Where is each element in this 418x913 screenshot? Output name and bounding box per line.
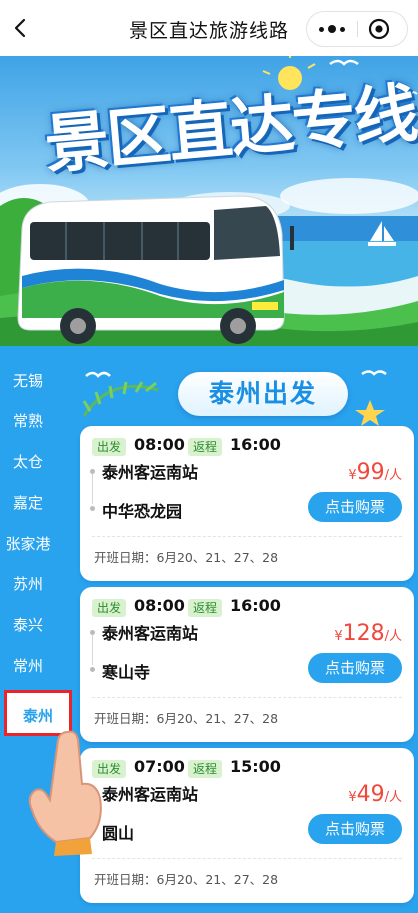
price-value: 128	[342, 621, 385, 646]
price: ¥99/人	[348, 460, 402, 485]
destination-dot	[90, 506, 95, 511]
depart-time: 08:00	[134, 596, 185, 615]
sidebar-item-taixing[interactable]: 泰兴	[0, 610, 56, 640]
price: ¥49/人	[348, 782, 402, 807]
divider	[92, 858, 402, 859]
mini-program-capsule	[306, 11, 408, 47]
sidebar-item-changzhou[interactable]: 常州	[0, 651, 56, 681]
buy-ticket-button[interactable]: 点击购票	[308, 492, 402, 522]
buy-ticket-button[interactable]: 点击购票	[308, 814, 402, 844]
return-tag: 返程	[188, 438, 223, 456]
divider	[92, 536, 402, 537]
depart-tag: 出发	[92, 599, 127, 617]
currency-symbol: ¥	[334, 629, 343, 644]
route-card: 出发 08:00 返程 16:00 泰州客运南站 寒山寺 ¥128/人 点击购票…	[80, 587, 414, 742]
route-line	[92, 635, 93, 665]
top-nav-bar: 景区直达旅游线路	[0, 0, 418, 56]
return-time: 15:00	[230, 757, 281, 776]
more-dots-icon[interactable]	[307, 12, 357, 46]
depart-time: 08:00	[134, 435, 185, 454]
return-time: 16:00	[230, 435, 281, 454]
main-content: 无锡 常熟 太仓 嘉定 张家港 苏州 泰兴 常州 泰州 泰州出发 出发 08:0…	[0, 346, 418, 913]
price-value: 49	[356, 782, 385, 807]
sidebar-item-wuxi[interactable]: 无锡	[0, 366, 56, 396]
destination: 圆山	[102, 824, 135, 843]
sidebar-item-zhangjiagang[interactable]: 张家港	[0, 529, 56, 559]
route-card: 出发 07:00 返程 15:00 泰州客运南站 圆山 ¥49/人 点击购票 开…	[80, 748, 414, 903]
destination: 寒山寺	[102, 663, 151, 682]
schedule-dates: 开班日期：6月20、21、27、28	[94, 872, 279, 887]
return-time: 16:00	[230, 596, 281, 615]
capsule-divider	[357, 21, 358, 37]
route-line	[92, 474, 93, 504]
price-unit: /人	[384, 790, 402, 805]
schedule-dates: 开班日期：6月20、21、27、28	[94, 711, 279, 726]
origin-station: 泰州客运南站	[102, 463, 199, 482]
origin-station: 泰州客运南站	[102, 785, 199, 804]
price-value: 99	[356, 460, 385, 485]
sidebar-item-suzhou[interactable]: 苏州	[0, 569, 56, 599]
currency-symbol: ¥	[348, 790, 357, 805]
currency-symbol: ¥	[348, 468, 357, 483]
depart-tag: 出发	[92, 438, 127, 456]
depart-time: 07:00	[134, 757, 185, 776]
sidebar-item-jiading[interactable]: 嘉定	[0, 488, 56, 518]
return-tag: 返程	[188, 599, 223, 617]
schedule-dates: 开班日期：6月20、21、27、28	[94, 550, 279, 565]
sidebar-item-changshu[interactable]: 常熟	[0, 406, 56, 436]
destination: 中华恐龙园	[102, 502, 183, 521]
route-card: 出发 08:00 返程 16:00 泰州客运南站 中华恐龙园 ¥99/人 点击购…	[80, 426, 414, 581]
return-tag: 返程	[188, 760, 223, 778]
sidebar-item-taicang[interactable]: 太仓	[0, 447, 56, 477]
divider	[92, 697, 402, 698]
target-close-icon[interactable]	[365, 15, 393, 43]
price-unit: /人	[384, 629, 402, 644]
price-unit: /人	[384, 468, 402, 483]
buy-ticket-button[interactable]: 点击购票	[308, 653, 402, 683]
origin-station: 泰州客运南站	[102, 624, 199, 643]
price: ¥128/人	[334, 621, 402, 646]
section-header: 泰州出发	[80, 356, 410, 426]
section-title: 泰州出发	[178, 372, 348, 416]
hero-banner: 景区直达专线	[0, 56, 418, 346]
destination-dot	[90, 667, 95, 672]
pointing-hand-icon	[28, 730, 102, 856]
